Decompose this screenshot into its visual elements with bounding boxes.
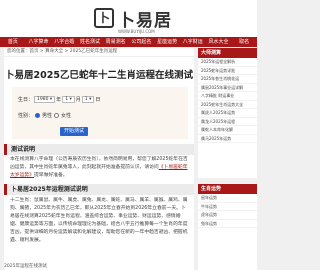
female-label: 女性 xyxy=(61,113,72,119)
intro-paragraph: 十二生肖：鼠属鼠、属牛、属虎、属兔、属龙、属蛇、属马、属羊、属猴、属鸡、属狗、属… xyxy=(10,198,188,243)
logo-name: 卜易居 xyxy=(118,10,172,31)
nav-item-naming[interactable]: 取名 xyxy=(231,37,257,47)
desc-tail: 提早做好准备。 xyxy=(34,173,68,178)
nav-item-zhouyi[interactable]: 周易测名 xyxy=(103,37,129,47)
nav-item-bazi[interactable]: 八字算命 xyxy=(26,37,52,47)
sidebar-link[interactable]: 属龙人2025年运程 xyxy=(198,118,257,126)
sidebar-heading-masters: 大师测算 xyxy=(198,48,257,58)
nav-item-wealth[interactable]: 八字财运 xyxy=(180,37,206,47)
sidebar-link[interactable]: 2025蛇年生肖运势大全 xyxy=(198,101,257,109)
birthday-row: 生日： 1980 ▾ 年 1 ▾ 月 1 ▾ 日 xyxy=(18,95,100,104)
sidebar-link[interactable]: 属鼠2025年事业运详解 xyxy=(198,84,257,92)
birthday-label: 生日： xyxy=(18,97,34,103)
sidebar-link[interactable]: 兔年运势 xyxy=(198,220,257,228)
gender-label: 性别： xyxy=(18,113,34,119)
nav-item-company[interactable]: 公司起名 xyxy=(129,37,155,47)
day-value: 1 xyxy=(84,97,88,102)
logo-icon: 卜 xyxy=(94,8,114,28)
sidebar-link[interactable]: 2025年各生肖桃花运 xyxy=(198,75,257,84)
month-value: 1 xyxy=(65,97,69,102)
sidebar-heading-zodiac: 生肖运势 xyxy=(198,184,257,194)
month-select[interactable]: 1 ▾ xyxy=(62,96,75,103)
page-title: 卜易居2025乙巳蛇年十二生肖运程在线测试 xyxy=(5,70,193,81)
desc-heading: 测试说明 xyxy=(4,144,194,155)
sidebar-box-zodiac: 生肖运势 鼠年运势 牛年运势 虎年运势 兔年运势 xyxy=(198,184,257,270)
sidebar-link[interactable]: 牛年运势 xyxy=(198,203,257,211)
sidebar-link[interactable]: 八字精批 财运事业 xyxy=(198,92,257,101)
year-select[interactable]: 1980 ▾ xyxy=(34,96,56,103)
sidebar-link[interactable]: 属马2025年运势 xyxy=(198,135,257,143)
start-test-button[interactable]: 开始测试 xyxy=(60,127,88,136)
sidebar-link[interactable]: 虎年运势 xyxy=(198,211,257,220)
male-label: 男性 xyxy=(42,113,53,119)
birth-form: 生日： 1980 ▾ 年 1 ▾ 月 1 ▾ 日 性别： 男性 女性 开始测试 xyxy=(12,87,188,139)
breadcrumb[interactable]: 您的位置：首页 > 算命大全 > 2025乙巳蛇年生肖运程 xyxy=(4,48,194,56)
nav-item-fengshui[interactable]: 风水大全 xyxy=(206,37,232,47)
female-radio[interactable] xyxy=(54,113,60,118)
sidebar-link[interactable]: 2025蛇年运势详批 xyxy=(198,67,257,75)
sidebar-box-masters: 大师测算 2025年运程全解析 2025蛇年运势详批 2025年各生肖桃花运 属… xyxy=(198,48,257,178)
main-nav: 首页 八字算命 八字合婚 姓名测试 周易测名 公司起名 星座运势 八字财运 风水… xyxy=(0,37,257,47)
footer-caption: 2025年运程在线测试 xyxy=(4,264,47,269)
intro-heading: 卜易居2025年运程测试说明 xyxy=(4,184,194,195)
logo-url: WWW.BUYIJU.COM xyxy=(118,29,155,34)
male-radio[interactable] xyxy=(35,113,41,118)
year-value: 1980 xyxy=(37,97,49,102)
nav-item-name-test[interactable]: 姓名测试 xyxy=(77,37,103,47)
sidebar: 大师测算 2025年运程全解析 2025蛇年运势详批 2025年各生肖桃花运 属… xyxy=(198,48,257,270)
gender-row: 性别： 男性 女性 xyxy=(18,111,71,120)
day-select[interactable]: 1 ▾ xyxy=(81,96,95,103)
sidebar-link[interactable]: 2025年运程全解析 xyxy=(198,58,257,67)
year-unit: 年 xyxy=(56,97,62,103)
site-logo[interactable]: 卜 卜易居 xyxy=(94,4,172,32)
nav-item-home[interactable]: 首页 xyxy=(0,37,26,47)
sidebar-link[interactable]: 属蛇人本命年化解 xyxy=(198,126,257,135)
desc-paragraph: 本在线测算八字命理（公历寿辰农历生肖），依然简明易用，帮您了解2025蛇年在吉凶… xyxy=(10,156,190,180)
sidebar-link[interactable]: 鼠年运势 xyxy=(198,194,257,203)
nav-item-horoscope[interactable]: 星座运势 xyxy=(154,37,180,47)
site-header: 卜 卜易居 WWW.BUYIJU.COM xyxy=(0,0,257,37)
day-unit: 日 xyxy=(95,97,101,103)
nav-item-marriage[interactable]: 八字合婚 xyxy=(51,37,77,47)
sidebar-link[interactable]: 属虎人2025年运势 xyxy=(198,109,257,118)
main-content: 卜易居2025乙巳蛇年十二生肖运程在线测试 生日： 1980 ▾ 年 1 ▾ 月… xyxy=(4,57,194,270)
month-unit: 月 xyxy=(75,97,81,103)
